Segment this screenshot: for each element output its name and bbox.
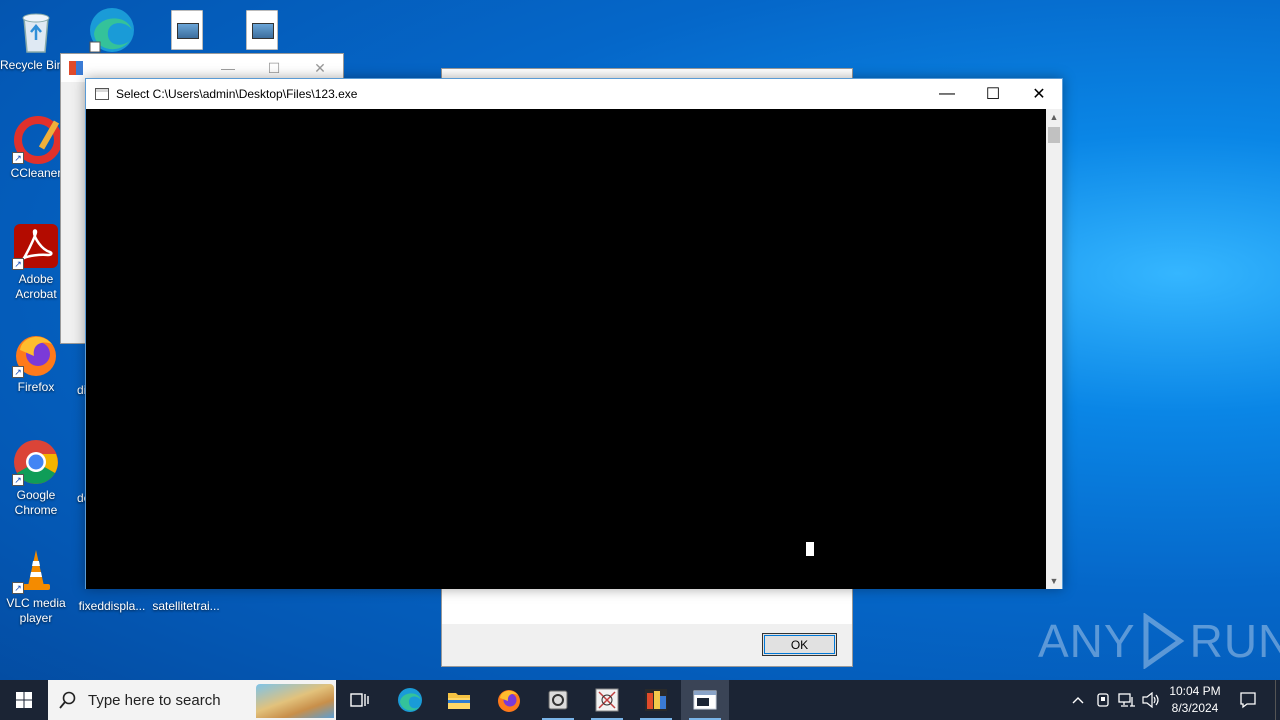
folder-icon [448,693,470,709]
ccleaner-icon: ↗ [12,116,62,164]
windows-logo-icon [16,692,32,708]
desktop-file-icon[interactable] [171,10,203,50]
firefox-icon: ↗ [12,330,60,378]
taskbar-app-button[interactable] [534,680,582,720]
console-window[interactable]: Select C:\Users\admin\Desktop\Files\123.… [85,78,1063,589]
scroll-down-icon[interactable]: ▼ [1046,573,1062,589]
close-button[interactable]: ✕ [1016,79,1062,109]
firefox-icon [498,690,520,712]
speaker-icon [1142,692,1159,708]
app-icon [69,61,83,75]
shortcut-arrow-icon: ↗ [12,474,24,486]
minimize-button[interactable]: — [924,79,970,109]
network-button[interactable] [1115,680,1139,720]
taskbar-edge-button[interactable] [386,680,434,720]
message-box-footer: OK [442,624,852,666]
recycle-bin-icon [12,8,60,56]
desktop-icon-label: Recycle Bin [0,58,62,72]
console-icon [693,690,717,710]
task-view-icon [350,693,369,707]
desktop-file-icon[interactable] [246,10,278,50]
desktop-icon-vlc[interactable]: ↗ VLC media player [0,546,72,626]
play-logo-icon [1143,613,1184,669]
desktop-icon-edge[interactable] [86,6,138,54]
desktop-icon-label: Firefox [17,380,55,394]
volume-button[interactable] [1140,680,1162,720]
search-icon [48,691,88,709]
text-cursor [806,542,814,556]
watermark-left-text: ANY [1038,615,1136,667]
app-icon [548,690,568,710]
app-icon [645,689,667,711]
taskbar-app-button[interactable] [632,680,680,720]
taskbar-clock[interactable]: 10:04 PM 8/3/2024 [1162,683,1228,717]
search-placeholder: Type here to search [88,691,221,709]
minimize-button[interactable]: — [205,60,251,76]
close-button[interactable]: ✕ [297,60,343,77]
show-desktop-button[interactable] [1275,680,1280,720]
anyrun-watermark: ANY RUN [1038,606,1280,676]
edge-icon [89,8,134,53]
taskbar-console-button[interactable] [681,680,729,720]
console-app-icon [95,88,109,100]
maximize-button[interactable]: ☐ [251,60,297,77]
shortcut-arrow-icon: ↗ [12,152,24,164]
taskbar: Type here to search 10:04 PM 8/3/2024 [0,680,1280,720]
adobe-acrobat-icon: ↗ [12,222,60,270]
maximize-button[interactable]: ☐ [970,79,1016,109]
vertical-scrollbar[interactable]: ▲ ▼ [1046,109,1062,589]
chrome-icon: ↗ [12,438,60,486]
shortcut-arrow-icon: ↗ [12,366,24,378]
taskbar-search-box[interactable]: Type here to search [48,680,336,720]
search-highlight-image [256,684,334,718]
device-icon [1097,693,1109,707]
desktop-icon-label: VLC media player [6,596,66,625]
tray-icon[interactable] [1092,680,1114,720]
desktop-file-label[interactable]: satellitetrai... [150,599,222,613]
console-titlebar[interactable]: Select C:\Users\admin\Desktop\Files\123.… [86,79,1062,109]
vlc-icon: ↗ [12,546,60,594]
shortcut-arrow-icon: ↗ [12,258,24,270]
taskbar-app-button[interactable] [583,680,631,720]
notification-icon [1240,692,1256,709]
taskbar-file-explorer-button[interactable] [435,680,483,720]
chevron-up-icon [1072,697,1084,704]
console-output-area[interactable] [86,109,1047,589]
start-button[interactable] [0,680,48,720]
app-icon [595,688,619,712]
desktop-icon-google-chrome[interactable]: ↗ Google Chrome [0,438,72,518]
network-icon [1118,693,1135,707]
desktop-icon-label: Google Chrome [14,488,58,517]
show-hidden-icons-button[interactable] [1068,680,1088,720]
scrollbar-thumb[interactable] [1048,127,1060,143]
notifications-button[interactable] [1230,680,1266,720]
taskbar-firefox-button[interactable] [485,680,533,720]
clock-time: 10:04 PM [1169,684,1221,698]
task-view-button[interactable] [336,680,384,720]
ok-button[interactable]: OK [762,633,837,656]
watermark-right-text: RUN [1189,615,1280,667]
scroll-up-icon[interactable]: ▲ [1046,109,1062,125]
console-title: Select C:\Users\admin\Desktop\Files\123.… [116,87,358,101]
clock-date: 8/3/2024 [1171,701,1219,715]
shortcut-arrow-icon: ↗ [12,582,24,594]
edge-icon [398,688,422,712]
desktop-file-label[interactable]: fixeddispla... [76,599,148,613]
